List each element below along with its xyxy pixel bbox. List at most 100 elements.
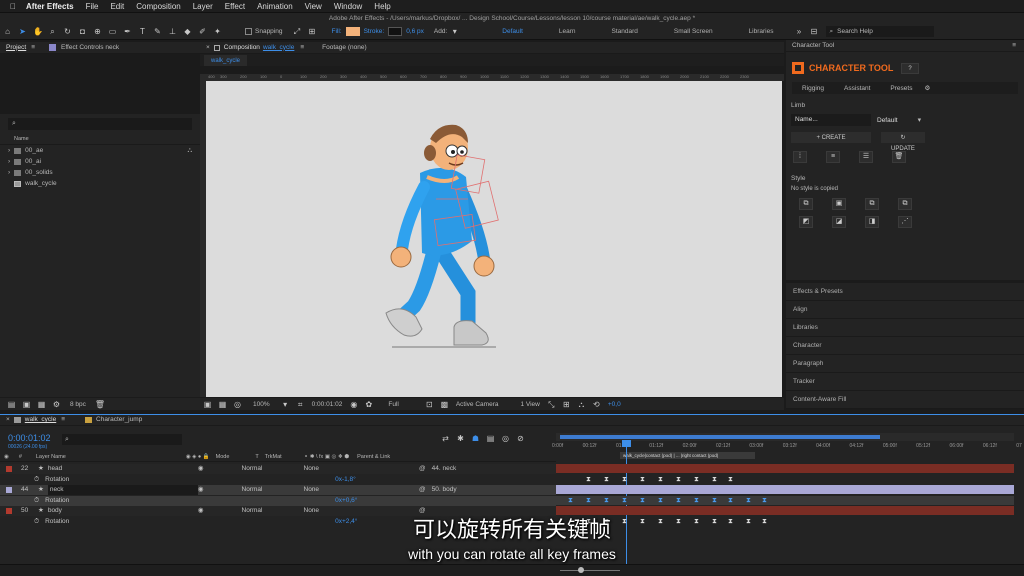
property-row[interactable]: ⏱ Rotation 0x+0,6° [0, 496, 556, 506]
close-tab-icon[interactable]: × [206, 42, 210, 54]
tab-composition[interactable]: Composition [224, 42, 260, 54]
keyframe[interactable]: ⧗ [586, 475, 591, 484]
parent-pickwhip-icon[interactable]: @ [419, 485, 426, 495]
tab-footage[interactable]: Footage (none) [322, 42, 366, 54]
libraries-panel[interactable]: Libraries [786, 319, 1024, 337]
tab-composition-name[interactable]: walk_cycle [263, 42, 294, 54]
puppet-tool-icon[interactable]: ✦ [213, 27, 222, 36]
menu-view[interactable]: View [305, 2, 322, 11]
limb-name-input[interactable]: Name... [791, 114, 871, 126]
label-color[interactable] [6, 487, 12, 493]
col-parent[interactable]: Parent & Link [357, 454, 390, 460]
layer-row-head[interactable]: 22 ★ head ◉ Normal None @ 44. neck [0, 464, 556, 474]
rectangle-tool-icon[interactable]: ▭ [108, 27, 117, 36]
home-icon[interactable]: ⌂ [3, 27, 12, 36]
new-folder-icon[interactable]: ▣ [22, 400, 31, 409]
sync-icon[interactable]: ⊟ [810, 27, 819, 36]
panel-menu-icon[interactable]: ≡ [1012, 40, 1016, 52]
keyframe-track-neck[interactable]: ⧗ ⧗ ⧗ ⧗ ⧗ ⧗ ⧗ ⧗ ⧗ ⧗ ⧗ ⧗ [556, 496, 1014, 505]
menu-composition[interactable]: Composition [136, 2, 180, 11]
limb-tool-icon[interactable]: ⁞ [793, 151, 807, 163]
layer-mode[interactable]: Normal [242, 464, 276, 474]
layer-name[interactable]: neck [47, 485, 198, 495]
delete-limb-icon[interactable]: 🗑 [892, 151, 906, 163]
comp-time[interactable]: 0:00:01:02 [312, 401, 343, 408]
pen-tool-icon[interactable]: ✒ [123, 27, 132, 36]
snapping-checkbox[interactable] [245, 28, 252, 35]
col-name-header[interactable]: Name [0, 134, 200, 145]
col-trkmat[interactable]: TrkMat [265, 454, 282, 460]
col-layer-name[interactable]: Layer Name [36, 454, 66, 460]
reset-exposure-icon[interactable]: ⟲ [592, 400, 601, 409]
shy-layers-icon[interactable]: ☗ [471, 434, 480, 443]
layer-parent[interactable]: 50. body [432, 485, 457, 495]
playhead-handle[interactable] [622, 440, 631, 447]
paragraph-panel[interactable]: Paragraph [786, 355, 1024, 373]
keyframe-selected[interactable]: ⧗ [658, 496, 663, 505]
list-item[interactable]: › 00_ae ⛬ [0, 145, 200, 156]
col-mode[interactable]: Mode [216, 454, 230, 460]
frame-icon[interactable]: ⌗ [296, 400, 305, 409]
align-panel[interactable]: Align [786, 301, 1024, 319]
camera-tool-icon[interactable]: ◘ [78, 27, 87, 36]
keyframe-selected[interactable]: ⧗ [728, 496, 733, 505]
layer-bar-neck[interactable] [556, 485, 1014, 494]
panel-menu-icon[interactable]: ≡ [31, 42, 35, 54]
draft-3d-icon[interactable]: ✱ [456, 434, 465, 443]
flow-icon[interactable]: ⛬ [577, 400, 586, 409]
menu-effect[interactable]: Effect [225, 2, 245, 11]
clone-tool-icon[interactable]: ⊥ [168, 27, 177, 36]
color-icon[interactable]: ✿ [364, 400, 373, 409]
keyframe[interactable]: ⧗ [658, 475, 663, 484]
style-tool-icon[interactable]: ◪ [832, 216, 846, 228]
label-col-icon[interactable]: ◉ [4, 454, 9, 460]
menu-edit[interactable]: Edit [110, 2, 124, 11]
grid-icon[interactable]: ▦ [218, 400, 227, 409]
view-layout-select[interactable]: 1 View [520, 401, 539, 408]
av-switches-icon[interactable]: ◉ ◈ ● 🔒 [186, 454, 210, 460]
effects-presets-panel[interactable]: Effects & Presets [786, 283, 1024, 301]
workspace-learn[interactable]: Learn [559, 28, 576, 35]
keyframe-selected[interactable]: ⧗ [762, 496, 767, 505]
menu-window[interactable]: Window [334, 2, 362, 11]
gear-icon[interactable]: ⚙ [924, 84, 930, 92]
keyframe[interactable]: ⧗ [640, 475, 645, 484]
content-aware-fill-panel[interactable]: Content-Aware Fill [786, 391, 1024, 409]
visibility-icon[interactable]: ◉ [198, 485, 204, 495]
zoom-slider-handle[interactable] [578, 567, 584, 573]
create-button[interactable]: + CREATE [791, 132, 871, 143]
tab-project[interactable]: Project [6, 42, 26, 54]
style-tool-icon[interactable]: ◨ [865, 216, 879, 228]
layer-mode[interactable]: Normal [242, 485, 276, 495]
workspace-default[interactable]: Default [502, 28, 523, 35]
workspace-libraries[interactable]: Libraries [749, 28, 774, 35]
workspace-small-screen[interactable]: Small Screen [674, 28, 713, 35]
align-limb-icon[interactable]: ≡ [826, 151, 840, 163]
keyframe[interactable]: ⧗ [622, 475, 627, 484]
zoom-tool-icon[interactable]: ⌕ [48, 27, 57, 36]
keyframe-selected[interactable]: ⧗ [712, 496, 717, 505]
resolution-select[interactable]: Full [388, 401, 398, 408]
app-menu[interactable]: After Effects [26, 2, 74, 11]
close-tab-icon[interactable]: × [6, 414, 10, 426]
selection-tool-icon[interactable]: ➤ [18, 27, 27, 36]
keyframe-selected[interactable]: ⧗ [604, 496, 609, 505]
keyframe[interactable]: ⧗ [604, 475, 609, 484]
layer-trkmat[interactable]: None [304, 464, 320, 474]
comp-canvas[interactable] [206, 81, 782, 397]
visibility-icon[interactable]: ◉ [198, 464, 204, 474]
label-color[interactable] [6, 466, 12, 472]
keyframe-selected[interactable]: ⧗ [586, 496, 591, 505]
snapshot-icon[interactable]: ◉ [349, 400, 358, 409]
tab-rigging[interactable]: Rigging [802, 85, 824, 92]
keyframe-selected[interactable]: ⧗ [622, 496, 627, 505]
add-dropdown-icon[interactable]: ▾ [450, 27, 459, 36]
work-area-range[interactable] [560, 435, 880, 439]
bpc-label[interactable]: 8 bpc [70, 401, 86, 408]
update-button[interactable]: ↻ UPDATE [881, 132, 925, 152]
snap-grid-icon[interactable]: ⊞ [307, 27, 316, 36]
motion-blur-icon[interactable]: ◎ [501, 434, 510, 443]
project-settings-icon[interactable]: ⚙ [52, 400, 61, 409]
exposure-value[interactable]: +0,0 [608, 401, 621, 408]
property-row[interactable]: ⏱ Rotation 0x-1,8° [0, 475, 556, 485]
